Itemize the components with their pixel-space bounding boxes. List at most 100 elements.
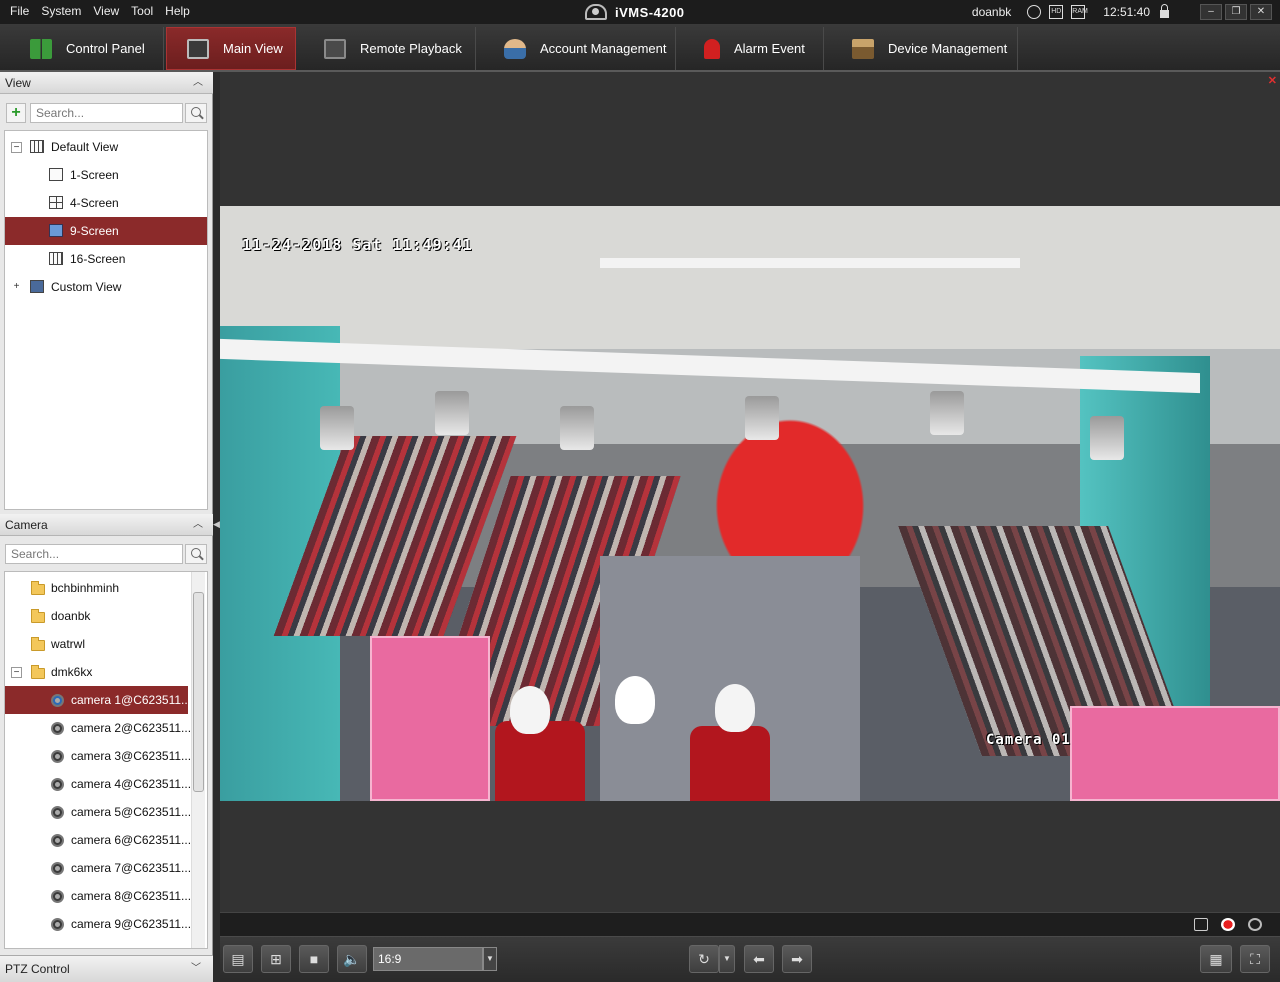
tree-item-camera[interactable]: camera 5@C623511... — [5, 798, 207, 826]
ram-usage-icon[interactable]: RAM — [1071, 5, 1088, 19]
aspect-ratio-select[interactable]: 16:9 — [373, 947, 483, 971]
video-scene — [495, 721, 585, 801]
fullscreen-icon[interactable]: ⛶ — [1240, 945, 1270, 973]
tab-remote-playback[interactable]: Remote Playback — [298, 27, 476, 70]
panel-splitter-arrow-icon[interactable]: ◀ — [213, 519, 220, 529]
custom-view-icon — [30, 280, 44, 293]
video-scene — [435, 391, 469, 435]
tab-device-management[interactable]: Device Management — [826, 27, 1018, 70]
camera-panel-header[interactable]: Camera ︿ — [0, 514, 213, 536]
tree-item-9-screen[interactable]: 9-Screen — [5, 217, 207, 245]
tree-item-group[interactable]: watrwl — [5, 630, 207, 658]
camera-icon — [51, 722, 64, 735]
playback-icon[interactable] — [1248, 918, 1262, 931]
expand-icon[interactable]: + — [11, 282, 22, 293]
camera-tree: bchbinhminh doanbk watrwl − dmk6kx camer… — [4, 571, 208, 949]
camera-icon — [51, 750, 64, 763]
tree-item-16-screen[interactable]: 16-Screen — [5, 245, 207, 273]
collapse-up-icon[interactable]: ︿ — [193, 72, 203, 94]
folder-icon — [31, 609, 45, 623]
minimize-button[interactable]: – — [1200, 4, 1222, 20]
chevron-down-icon[interactable]: ▼ — [719, 945, 735, 973]
hd-usage-icon[interactable]: HD — [1049, 5, 1064, 19]
tree-item-4-screen[interactable]: 4-Screen — [5, 189, 207, 217]
menu-view[interactable]: View — [87, 0, 125, 24]
tree-item-camera[interactable]: camera 4@C623511... — [5, 770, 207, 798]
tree-item-default-view[interactable]: − Default View — [5, 133, 207, 161]
camera-icon — [51, 834, 64, 847]
tab-alarm-event[interactable]: Alarm Event — [678, 27, 824, 70]
current-user: doanbk — [971, 5, 1012, 19]
tab-control-panel[interactable]: Control Panel — [4, 27, 164, 70]
menu-system[interactable]: System — [35, 0, 87, 24]
volume-mute-icon[interactable]: 🔈 — [337, 945, 367, 973]
collapse-icon[interactable]: − — [11, 142, 22, 153]
tree-item-camera[interactable]: camera 3@C623511... — [5, 742, 207, 770]
video-scene — [370, 636, 490, 801]
tab-account-management[interactable]: Account Management — [478, 27, 676, 70]
view-panel-header[interactable]: View ︿ — [0, 72, 213, 94]
folder-icon — [31, 581, 45, 595]
tree-item-group[interactable]: doanbk — [5, 602, 207, 630]
layout-icon[interactable]: ▤ — [223, 945, 253, 973]
loop-rotation-icon[interactable]: ↻ — [689, 945, 719, 973]
collapse-up-icon[interactable]: ︿ — [193, 514, 203, 536]
screen-layout-icon[interactable]: ▦ — [1200, 945, 1232, 973]
tree-item-group[interactable]: bchbinhminh — [5, 574, 207, 602]
menu-tool[interactable]: Tool — [125, 0, 159, 24]
camera-icon — [51, 806, 64, 819]
view-tree: − Default View 1-Screen 4-Screen 9-Scree… — [4, 130, 208, 510]
video-scene — [220, 338, 1200, 394]
camera-search-icon[interactable] — [185, 544, 207, 564]
stop-all-icon[interactable]: ■ — [299, 945, 329, 973]
tab-main-view[interactable]: Main View — [166, 27, 296, 70]
video-scene — [690, 726, 770, 801]
menu-bar: File System View Tool Help — [4, 0, 196, 24]
record-icon[interactable] — [1221, 918, 1235, 931]
tree-item-1-screen[interactable]: 1-Screen — [5, 161, 207, 189]
previous-page-icon[interactable]: ⬅ — [744, 945, 774, 973]
chevron-down-icon[interactable]: ▼ — [483, 947, 497, 971]
device-icon — [852, 38, 874, 59]
ptz-panel-header[interactable]: PTZ Control ﹀ — [0, 955, 213, 982]
close-view-icon[interactable]: ✕ — [1268, 74, 1277, 87]
lock-icon[interactable] — [1160, 4, 1169, 18]
expand-down-icon[interactable]: ﹀ — [191, 956, 201, 982]
restore-button[interactable]: ❐ — [1225, 4, 1247, 20]
collapse-icon[interactable]: − — [11, 667, 22, 678]
network-globe-icon[interactable] — [1027, 5, 1042, 19]
video-scene — [715, 684, 755, 732]
window-division-icon[interactable]: ⊞ — [261, 945, 291, 973]
tree-item-camera[interactable]: camera 6@C623511... — [5, 826, 207, 854]
menu-file[interactable]: File — [4, 0, 35, 24]
screen-16-icon — [49, 252, 63, 265]
camera-tree-scrollbar[interactable] — [191, 572, 205, 948]
tree-item-group-dmk6kx[interactable]: − dmk6kx — [5, 658, 207, 686]
add-view-button[interactable]: + — [6, 103, 26, 123]
tree-item-custom-view[interactable]: + Custom View — [5, 273, 207, 301]
video-scene — [560, 406, 594, 450]
app-title-text: iVMS-4200 — [615, 4, 685, 20]
view-search-input[interactable]: Search... — [30, 103, 183, 123]
control-panel-icon — [30, 38, 52, 59]
tree-item-camera[interactable]: camera 1@C623511... — [5, 686, 191, 714]
tab-label: Account Management — [540, 41, 667, 56]
tree-item-camera[interactable]: camera 7@C623511... — [5, 854, 207, 882]
account-user-icon — [504, 38, 526, 59]
menu-help[interactable]: Help — [159, 0, 196, 24]
next-page-icon[interactable]: ➡ — [782, 945, 812, 973]
video-scene — [510, 686, 550, 734]
tree-item-camera[interactable]: camera 2@C623511... — [5, 714, 207, 742]
video-scene — [320, 406, 354, 450]
view-search-icon[interactable] — [185, 103, 207, 123]
snapshot-camera-icon[interactable] — [1194, 918, 1208, 931]
main-view-area: ✕ 11-24-2018 Sat 11:49:41 Camera 01 — [220, 72, 1280, 912]
tree-item-camera[interactable]: camera 9@C623511... — [5, 910, 207, 938]
close-button[interactable]: ✕ — [1250, 4, 1272, 20]
bottom-toolbar: ▤ ⊞ ■ 🔈 16:9 ▼ ↻ ▼ ⬅ ➡ ▦ ⛶ — [220, 936, 1280, 982]
camera-search-input[interactable]: Search... — [5, 544, 183, 564]
video-status-bar — [220, 912, 1280, 936]
scrollbar-thumb[interactable] — [193, 592, 204, 792]
tree-item-camera[interactable]: camera 8@C623511... — [5, 882, 207, 910]
live-video-window[interactable]: 11-24-2018 Sat 11:49:41 Camera 01 — [220, 206, 1280, 801]
